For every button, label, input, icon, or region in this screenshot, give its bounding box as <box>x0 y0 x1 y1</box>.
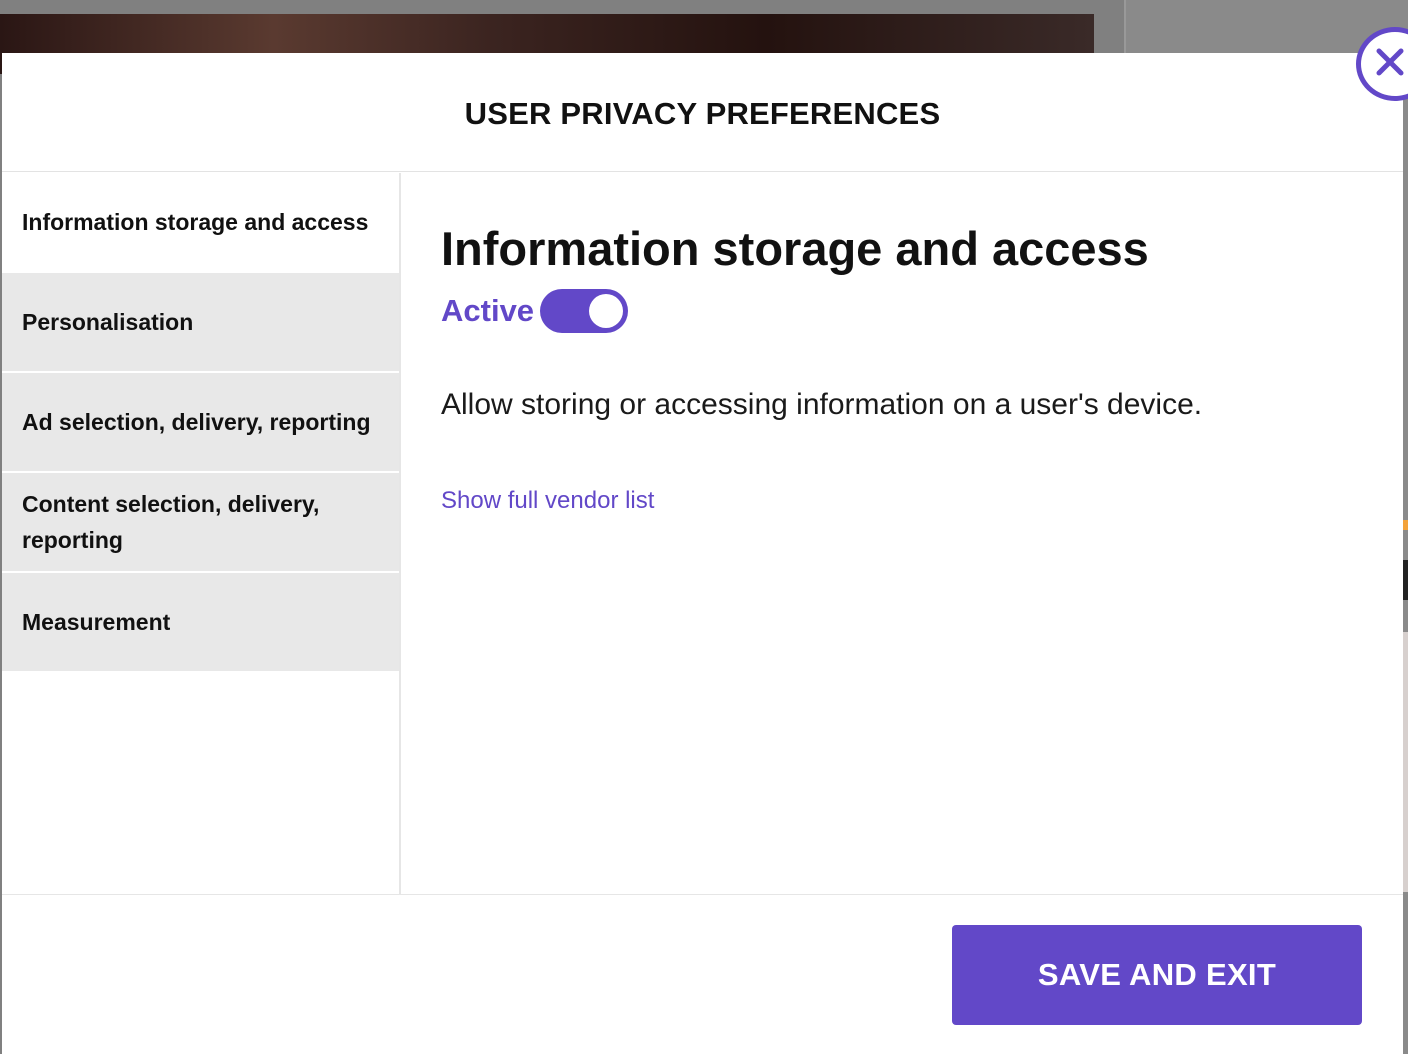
sidebar-item-ad-selection[interactable]: Ad selection, delivery, reporting <box>2 373 399 473</box>
sidebar-item-personalisation[interactable]: Personalisation <box>2 273 399 373</box>
modal-footer: SAVE AND EXIT <box>2 894 1403 1054</box>
purpose-sidebar: Information storage and access Personali… <box>2 173 401 894</box>
status-row: Active <box>441 289 1363 333</box>
show-vendor-list-link[interactable]: Show full vendor list <box>441 487 654 515</box>
purpose-detail: Information storage and access Active Al… <box>401 173 1403 894</box>
consent-toggle[interactable] <box>540 289 629 333</box>
toggle-knob <box>589 294 624 328</box>
sidebar-item-label: Personalisation <box>22 309 194 335</box>
purpose-description: Allow storing or accessing information o… <box>441 388 1203 421</box>
sidebar-item-label: Content selection, delivery, reporting <box>22 491 320 553</box>
purpose-title: Information storage and access <box>441 222 1149 275</box>
modal-header: USER PRIVACY PREFERENCES <box>2 53 1403 172</box>
sidebar-item-content-selection[interactable]: Content selection, delivery, reporting <box>2 473 399 573</box>
status-label: Active <box>441 293 535 328</box>
sidebar-item-label: Measurement <box>22 609 171 635</box>
privacy-preferences-modal: USER PRIVACY PREFERENCES Information sto… <box>2 53 1403 1054</box>
sidebar-item-label: Ad selection, delivery, reporting <box>22 409 371 435</box>
modal-body: Information storage and access Personali… <box>2 173 1403 894</box>
modal-title: USER PRIVACY PREFERENCES <box>464 96 941 131</box>
sidebar-item-information-storage[interactable]: Information storage and access <box>2 173 399 273</box>
sidebar-item-label: Information storage and access <box>22 209 369 235</box>
sidebar-item-measurement[interactable]: Measurement <box>2 573 399 673</box>
close-icon <box>1375 47 1405 82</box>
save-and-exit-button[interactable]: SAVE AND EXIT <box>952 925 1362 1025</box>
